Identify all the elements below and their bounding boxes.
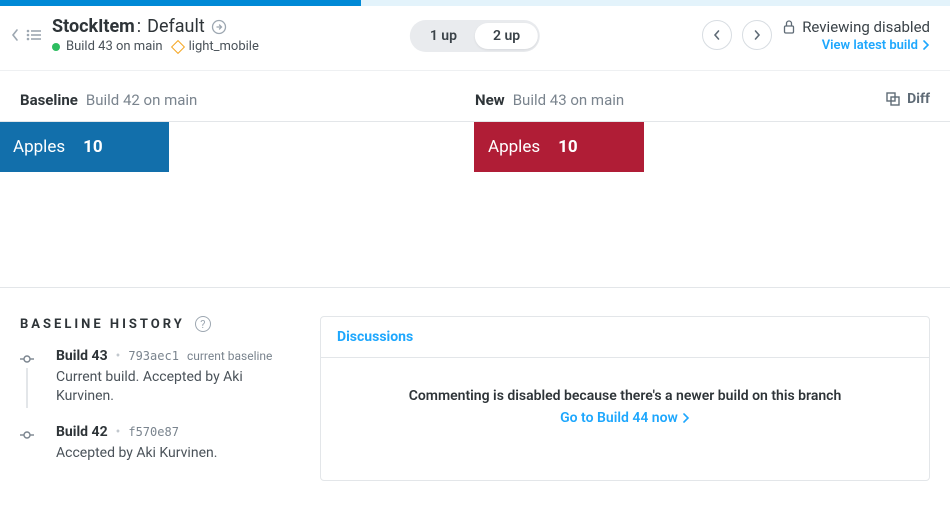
chevron-right-icon [922, 40, 930, 50]
entry-hash: 793aec1 [128, 349, 179, 363]
chevron-right-icon [682, 413, 690, 423]
prev-button[interactable] [702, 20, 732, 50]
baseline-build: Build 42 on main [86, 91, 197, 109]
new-build: Build 43 on main [513, 91, 624, 109]
commit-icon [20, 352, 34, 366]
card-name: Apples [488, 137, 540, 157]
history-entry: Build 43 • 793aec1 current baseline Curr… [20, 348, 300, 406]
view-latest-build-link[interactable]: View latest build [782, 38, 930, 53]
baseline-history: BASELINE HISTORY ? Build 43 • 793aec1 cu… [20, 316, 300, 481]
go-to-build-link[interactable]: Go to Build 44 now [560, 410, 690, 426]
theme-label: light_mobile [189, 39, 259, 54]
entry-build: Build 43 [56, 348, 108, 364]
story-name: Default [147, 16, 205, 37]
baseline-card: Apples 10 [0, 122, 169, 172]
title-separator: : [137, 16, 141, 37]
new-title: New [475, 91, 505, 109]
toggle-2up[interactable]: 2 up [475, 23, 538, 49]
status-dot-icon [52, 43, 60, 51]
baseline-snapshot: Apples 10 [0, 122, 475, 287]
history-entry: Build 42 • f570e87 Accepted by Aki Kurvi… [20, 424, 300, 463]
discussions-message: Commenting is disabled because there's a… [337, 388, 913, 404]
new-snapshot: Apples 10 [475, 122, 950, 287]
diamond-icon [171, 39, 185, 53]
snapshots-area: Apples 10 Apples 10 [0, 122, 950, 288]
card-count: 10 [83, 137, 103, 157]
component-name: StockItem [52, 16, 135, 37]
discussions-panel: Discussions Commenting is disabled becau… [320, 316, 930, 481]
entry-desc: Current build. Accepted by Aki Kurvinen. [56, 368, 300, 406]
help-icon[interactable]: ? [195, 316, 211, 332]
card-name: Apples [13, 137, 65, 157]
card-count: 10 [558, 137, 578, 157]
new-card: Apples 10 [474, 122, 644, 172]
discussions-tab[interactable]: Discussions [321, 317, 929, 358]
baseline-title: Baseline [20, 91, 78, 109]
entry-hash: f570e87 [128, 425, 179, 439]
list-icon[interactable] [26, 28, 42, 42]
entry-build: Build 42 [56, 424, 108, 440]
theme-meta: light_mobile [173, 39, 259, 54]
build-meta: Build 43 on main [52, 39, 163, 54]
reviewing-status: Reviewing disabled [782, 18, 930, 36]
view-toggle: 1 up 2 up [410, 20, 540, 52]
back-chevron-icon[interactable] [10, 28, 20, 42]
build-label: Build 43 on main [66, 39, 163, 54]
next-button[interactable] [742, 20, 772, 50]
reviewing-label: Reviewing disabled [802, 18, 930, 36]
lock-icon [782, 19, 796, 35]
compare-bar: Baseline Build 42 on main New Build 43 o… [0, 71, 950, 122]
commit-icon [20, 428, 34, 442]
expand-icon[interactable] [211, 19, 227, 35]
toggle-1up[interactable]: 1 up [412, 23, 475, 49]
diff-button[interactable]: Diff [885, 91, 930, 107]
diff-icon [885, 91, 901, 107]
entry-tag: current baseline [187, 349, 272, 363]
history-heading: BASELINE HISTORY [20, 317, 185, 332]
entry-desc: Accepted by Aki Kurvinen. [56, 444, 300, 463]
header: StockItem : Default Build 43 on main lig… [0, 6, 950, 71]
